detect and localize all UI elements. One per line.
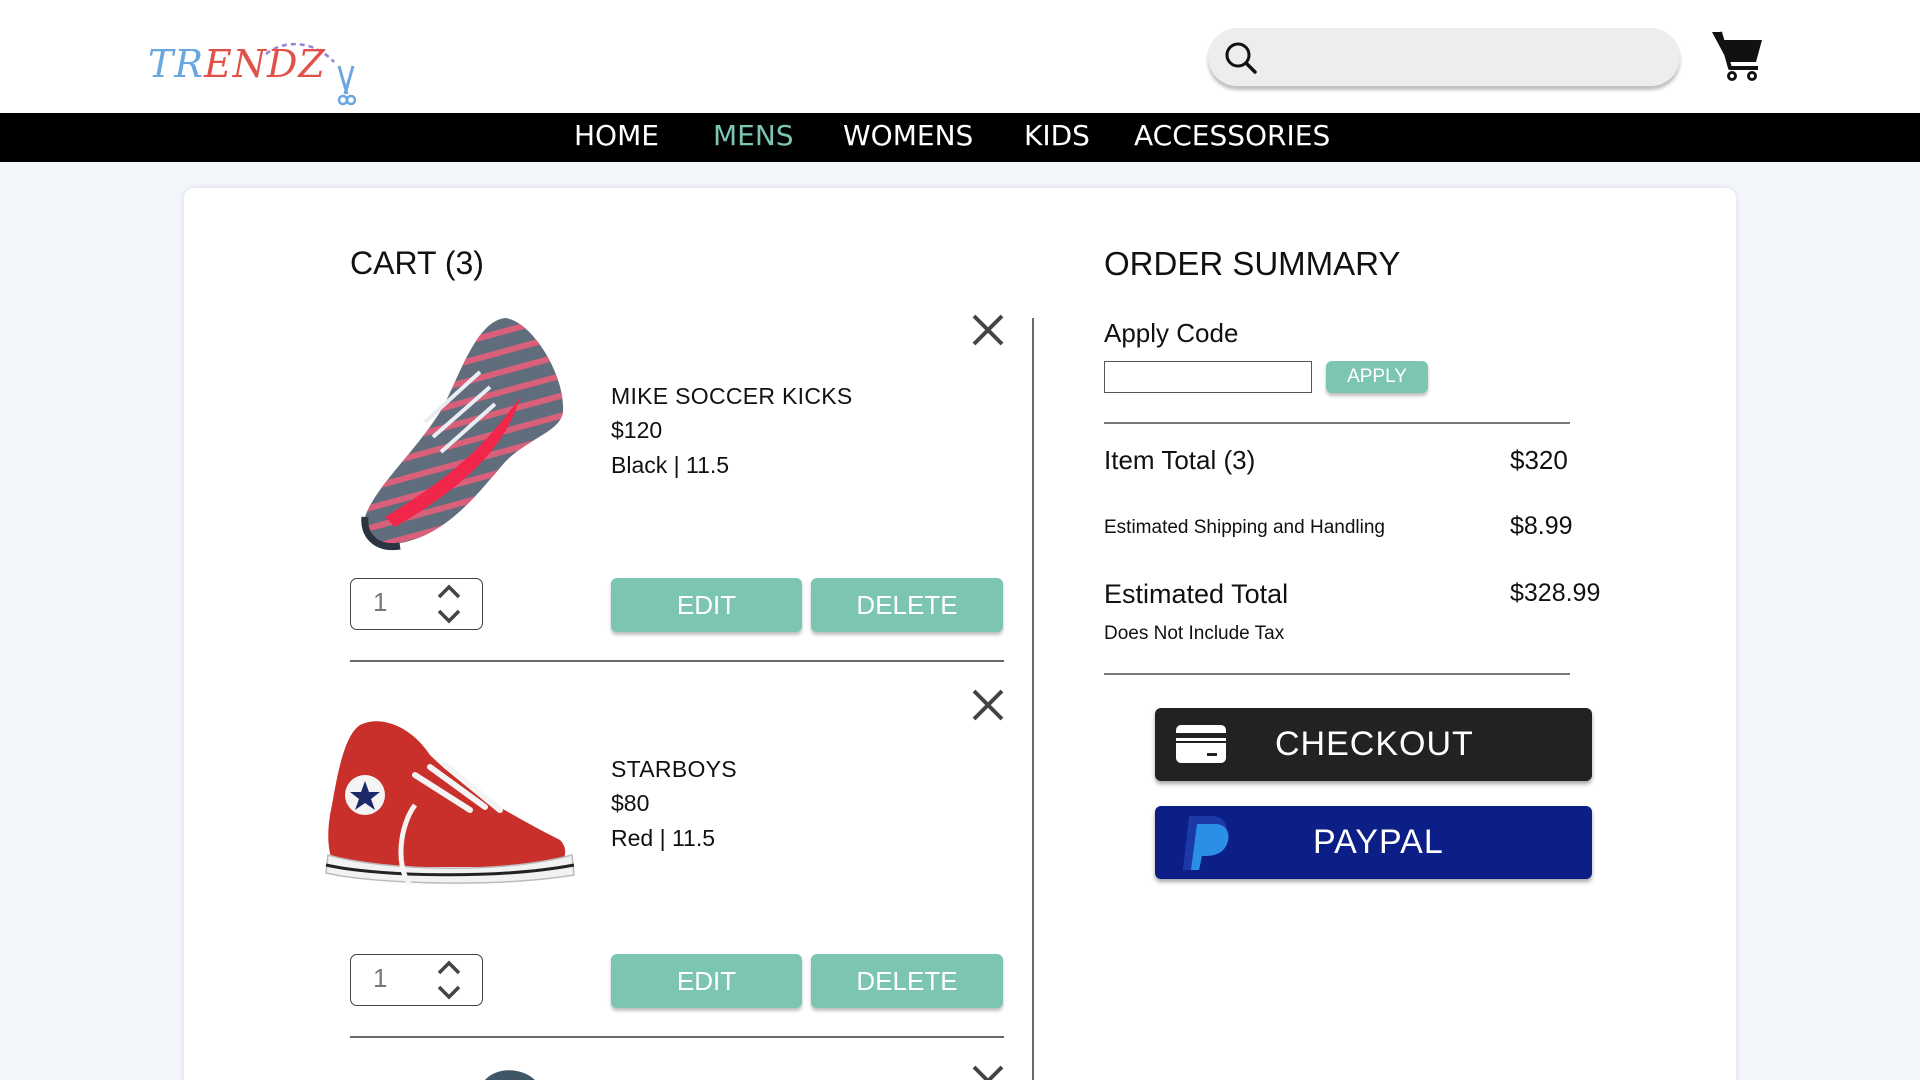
paypal-icon bbox=[1183, 816, 1229, 870]
brand-logo[interactable]: TRENDZ bbox=[146, 36, 366, 108]
nav-item-mens[interactable]: MENS bbox=[713, 119, 794, 152]
shipping-value: $8.99 bbox=[1510, 512, 1573, 540]
shipping-label: Estimated Shipping and Handling bbox=[1104, 517, 1385, 538]
item-divider bbox=[350, 660, 1004, 662]
nav-item-accessories[interactable]: ACCESSORIES bbox=[1134, 119, 1330, 152]
product-image-red-sneaker bbox=[325, 721, 575, 885]
logo-wordmark: TRENDZ bbox=[148, 42, 326, 86]
site-header: TRENDZ bbox=[0, 0, 1920, 113]
edit-button[interactable]: EDIT bbox=[611, 578, 802, 632]
quantity-value: 1 bbox=[373, 963, 388, 993]
search-bar[interactable] bbox=[1208, 28, 1680, 86]
product-price: $120 bbox=[611, 417, 663, 443]
item-divider bbox=[350, 1036, 1004, 1038]
apply-code-label: Apply Code bbox=[1104, 318, 1239, 348]
apply-code-button[interactable]: APPLY bbox=[1326, 361, 1428, 393]
summary-divider bbox=[1104, 422, 1570, 424]
logo-text-part2: ENDZ bbox=[203, 42, 326, 86]
delete-button[interactable]: DELETE bbox=[811, 954, 1003, 1008]
column-divider bbox=[1032, 318, 1034, 1080]
checkout-label: CHECKOUT bbox=[1275, 725, 1474, 763]
main-nav: HOME MENS WOMENS KIDS ACCESSORIES bbox=[0, 113, 1920, 162]
product-variant: Red | 11.5 bbox=[611, 825, 716, 851]
checkout-button[interactable]: CHECKOUT bbox=[1155, 708, 1592, 781]
cart-title: CART (3) bbox=[350, 245, 484, 281]
search-input[interactable] bbox=[1272, 38, 1652, 76]
product-image-soccer-cleat bbox=[361, 318, 564, 551]
estimated-total-label: Estimated Total bbox=[1104, 579, 1289, 609]
delete-button[interactable]: DELETE bbox=[811, 578, 1003, 632]
item-total-label: Item Total (3) bbox=[1104, 445, 1256, 475]
product-price: $80 bbox=[611, 790, 650, 816]
product-name[interactable]: MIKE SOCCER KICKS bbox=[611, 383, 853, 410]
order-summary-title: ORDER SUMMARY bbox=[1104, 245, 1401, 282]
paypal-label: PAYPAL bbox=[1313, 823, 1444, 861]
nav-item-womens[interactable]: WOMENS bbox=[843, 119, 973, 152]
quantity-stepper[interactable]: 1 bbox=[350, 954, 483, 1006]
summary-divider bbox=[1104, 673, 1570, 675]
logo-text-part1: TR bbox=[148, 42, 204, 86]
nav-item-home[interactable]: HOME bbox=[574, 119, 659, 152]
tax-note: Does Not Include Tax bbox=[1104, 623, 1285, 644]
remove-item-close-icon[interactable] bbox=[971, 1064, 1005, 1080]
product-variant: Black | 11.5 bbox=[611, 452, 730, 478]
chevron-up-down-icon[interactable] bbox=[435, 583, 463, 625]
nav-item-kids[interactable]: KIDS bbox=[1024, 119, 1090, 152]
search-icon[interactable] bbox=[1224, 41, 1258, 75]
credit-card-icon bbox=[1176, 725, 1226, 763]
item-total-value: $320 bbox=[1510, 445, 1568, 475]
product-image-partial bbox=[485, 1070, 535, 1080]
shopping-cart-icon[interactable] bbox=[1710, 28, 1764, 82]
chevron-up-down-icon[interactable] bbox=[435, 959, 463, 1001]
quantity-stepper[interactable]: 1 bbox=[350, 578, 483, 630]
promo-code-input[interactable] bbox=[1104, 361, 1312, 393]
estimated-total-value: $328.99 bbox=[1510, 579, 1601, 607]
edit-button[interactable]: EDIT bbox=[611, 954, 802, 1008]
remove-item-close-icon[interactable] bbox=[971, 688, 1005, 722]
product-name[interactable]: STARBOYS bbox=[611, 756, 737, 783]
remove-item-close-icon[interactable] bbox=[971, 313, 1005, 347]
paypal-button[interactable]: PAYPAL bbox=[1155, 806, 1592, 879]
quantity-value: 1 bbox=[373, 587, 388, 617]
